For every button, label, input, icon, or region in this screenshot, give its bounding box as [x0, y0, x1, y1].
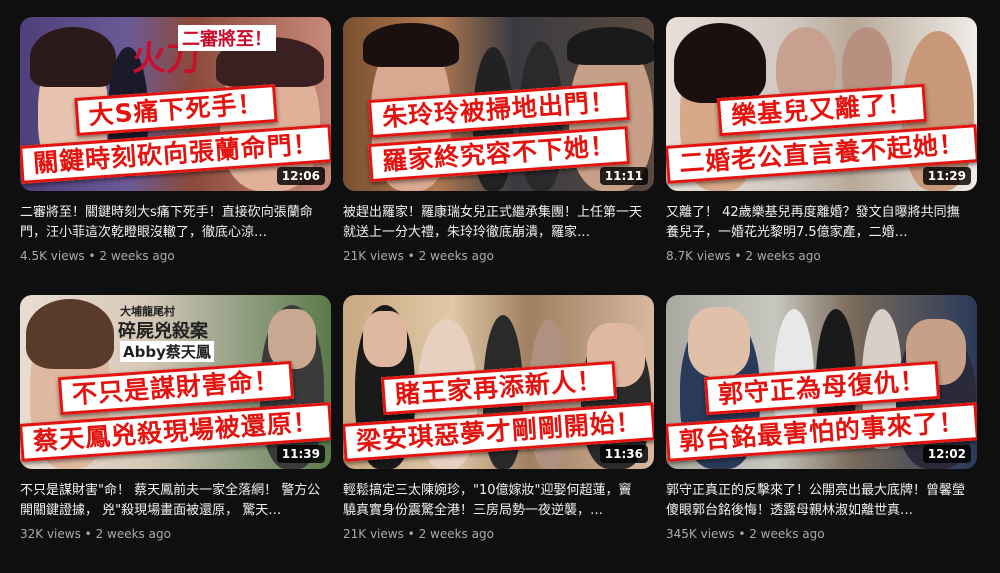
- video-duration: 11:36: [599, 445, 648, 463]
- video-meta: 32K views • 2 weeks ago: [20, 525, 331, 543]
- video-duration: 11:39: [276, 445, 325, 463]
- person-figure: [688, 307, 750, 377]
- person-figure: [26, 299, 114, 369]
- upload-age: 2 weeks ago: [749, 527, 825, 541]
- meta-separator: •: [407, 249, 419, 263]
- upload-age: 2 weeks ago: [418, 249, 494, 263]
- video-duration: 11:11: [599, 167, 648, 185]
- case-caption: 碎屍兇殺案: [118, 321, 208, 342]
- video-card[interactable]: 郭守正為母復仇！ 郭台銘最害怕的事來了！ 12:02 郭守正真正的反擊來了！公開…: [666, 295, 977, 573]
- person-figure: [268, 309, 316, 369]
- person-figure: [674, 23, 766, 103]
- meta-separator: •: [738, 527, 750, 541]
- view-count: 21K views: [343, 249, 404, 263]
- video-title[interactable]: 又離了！ 42歲樂基兒再度離婚？發文自曝將共同撫養兒子，一婚花光黎明7.5億家產…: [666, 203, 977, 243]
- overlay-caption: 二審將至！: [178, 25, 276, 51]
- view-count: 4.5K views: [20, 249, 85, 263]
- video-card[interactable]: 朱玲玲被掃地出門！ 羅家終究容不下她！ 11:11 被趕出羅家！羅康瑞女兒正式繼…: [343, 17, 654, 295]
- video-title[interactable]: 輕鬆搞定三太陳婉珍，"10億嫁妝"迎娶何超蓮，竇驍真實身份震驚全港！三房局勢一夜…: [343, 481, 654, 521]
- video-thumbnail[interactable]: 賭王家再添新人！ 梁安琪惡夢才剛剛開始！ 11:36: [343, 295, 654, 469]
- video-thumbnail[interactable]: 朱玲玲被掃地出門！ 羅家終究容不下她！ 11:11: [343, 17, 654, 191]
- view-count: 32K views: [20, 527, 81, 541]
- meta-separator: •: [88, 249, 100, 263]
- video-card[interactable]: 大埔龍尾村 碎屍兇殺案 Abby蔡天鳳 不只是謀財害命！ 蔡天鳳兇殺現場被還原！…: [20, 295, 331, 573]
- video-thumbnail[interactable]: 大埔龍尾村 碎屍兇殺案 Abby蔡天鳳 不只是謀財害命！ 蔡天鳳兇殺現場被還原！…: [20, 295, 331, 469]
- person-figure: [363, 23, 459, 67]
- video-meta: 4.5K views • 2 weeks ago: [20, 247, 331, 265]
- video-duration: 12:06: [276, 167, 325, 185]
- video-card[interactable]: 賭王家再添新人！ 梁安琪惡夢才剛剛開始！ 11:36 輕鬆搞定三太陳婉珍，"10…: [343, 295, 654, 573]
- video-meta: 345K views • 2 weeks ago: [666, 525, 977, 543]
- meta-separator: •: [407, 527, 419, 541]
- meta-separator: •: [84, 527, 96, 541]
- video-title[interactable]: 不只是謀財害"命！ 蔡天鳳前夫一家全落網！ 警方公開關鍵證據， 兇"殺現場畫面被…: [20, 481, 331, 521]
- video-duration: 12:02: [922, 445, 971, 463]
- view-count: 21K views: [343, 527, 404, 541]
- video-thumbnail[interactable]: 樂基兒又離了！ 二婚老公直言養不起她！ 11:29: [666, 17, 977, 191]
- view-count: 8.7K views: [666, 249, 731, 263]
- video-title[interactable]: 二審將至！關鍵時刻大s痛下死手！直接砍向張蘭命門，汪小菲這次乾瞪眼沒轍了，徹底心…: [20, 203, 331, 243]
- video-meta: 21K views • 2 weeks ago: [343, 247, 654, 265]
- upload-age: 2 weeks ago: [95, 527, 171, 541]
- person-figure: [567, 27, 654, 65]
- video-meta: 21K views • 2 weeks ago: [343, 525, 654, 543]
- video-thumbnail[interactable]: 郭守正為母復仇！ 郭台銘最害怕的事來了！ 12:02: [666, 295, 977, 469]
- video-meta: 8.7K views • 2 weeks ago: [666, 247, 977, 265]
- person-figure: [363, 311, 407, 367]
- video-duration: 11:29: [922, 167, 971, 185]
- victim-caption: Abby蔡天鳳: [120, 341, 214, 362]
- meta-separator: •: [734, 249, 746, 263]
- person-figure: [30, 27, 116, 87]
- video-thumbnail[interactable]: 火刀 二審將至！ 大S痛下死手！ 關鍵時刻砍向張蘭命門！ 12:06: [20, 17, 331, 191]
- upload-age: 2 weeks ago: [99, 249, 175, 263]
- upload-age: 2 weeks ago: [745, 249, 821, 263]
- video-grid: 火刀 二審將至！ 大S痛下死手！ 關鍵時刻砍向張蘭命門！ 12:06 二審將至！…: [20, 17, 977, 573]
- video-card[interactable]: 樂基兒又離了！ 二婚老公直言養不起她！ 11:29 又離了！ 42歲樂基兒再度離…: [666, 17, 977, 295]
- video-title[interactable]: 郭守正真正的反擊來了！公開亮出最大底牌！曾馨瑩傻眼郭台銘後悔！透露母親林淑如離世…: [666, 481, 977, 521]
- upload-age: 2 weeks ago: [418, 527, 494, 541]
- view-count: 345K views: [666, 527, 735, 541]
- video-card[interactable]: 火刀 二審將至！ 大S痛下死手！ 關鍵時刻砍向張蘭命門！ 12:06 二審將至！…: [20, 17, 331, 295]
- video-title[interactable]: 被趕出羅家！羅康瑞女兒正式繼承集團！上任第一天就送上一分大禮，朱玲玲徹底崩潰，羅…: [343, 203, 654, 243]
